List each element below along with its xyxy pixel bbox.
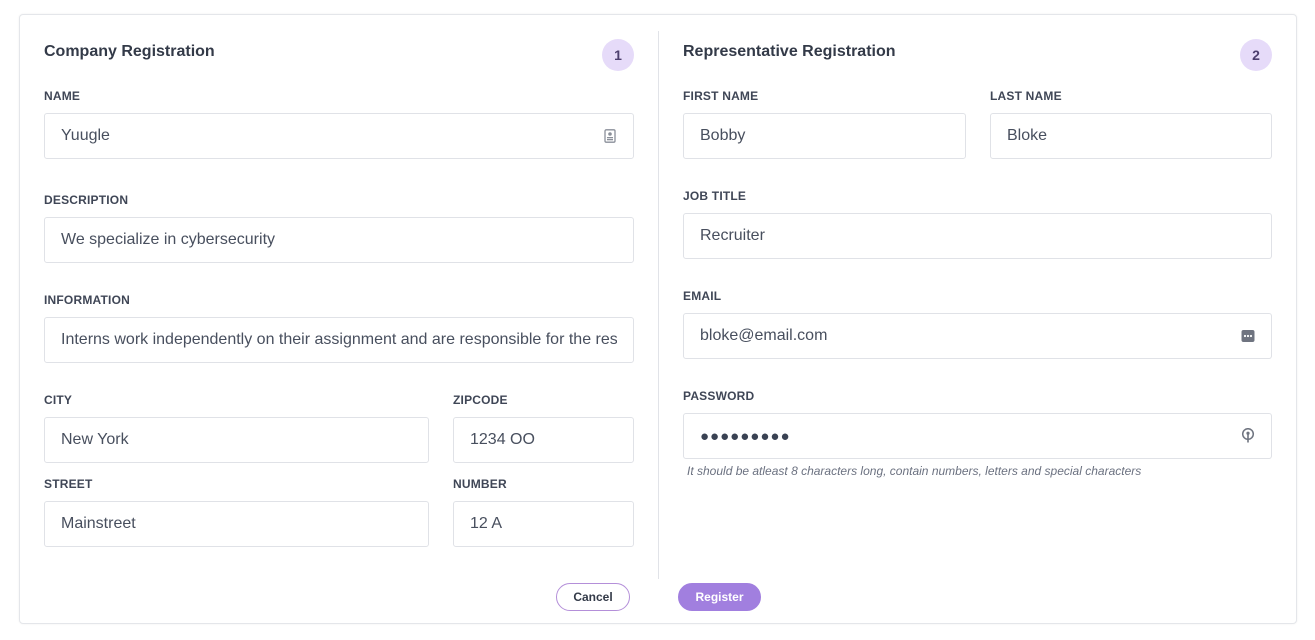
street-field[interactable]: Mainstreet [44, 501, 429, 547]
city-value: New York [61, 431, 129, 448]
representative-step-badge: 2 [1240, 39, 1272, 71]
street-label: STREET [44, 477, 93, 491]
last-name-field[interactable]: Bloke [990, 113, 1272, 159]
email-value: bloke@email.com [700, 327, 828, 344]
information-field[interactable]: Interns work independently on their assi… [44, 317, 634, 363]
name-label: NAME [44, 89, 81, 103]
representative-section-title: Representative Registration [683, 43, 896, 60]
company-section-title: Company Registration [44, 43, 215, 60]
description-label: DESCRIPTION [44, 193, 129, 207]
number-value: 12 A [470, 515, 503, 532]
description-field[interactable]: We specialize in cybersecurity [44, 217, 634, 263]
zipcode-value: 1234 OO [470, 431, 535, 448]
company-step-badge: 1 [602, 39, 634, 71]
email-label: EMAIL [683, 289, 722, 303]
information-label: INFORMATION [44, 293, 130, 307]
password-value: ●●●●●●●●● [700, 427, 791, 445]
autofill-dots-icon[interactable] [1241, 329, 1255, 343]
section-divider [658, 31, 659, 579]
city-label: CITY [44, 393, 73, 407]
password-field[interactable]: ●●●●●●●●● [683, 413, 1272, 459]
password-label: PASSWORD [683, 389, 755, 403]
job-title-label: JOB TITLE [683, 189, 747, 203]
first-name-value: Bobby [700, 127, 746, 144]
email-field[interactable]: bloke@email.com [683, 313, 1272, 359]
city-field[interactable]: New York [44, 417, 429, 463]
name-value: Yuugle [61, 127, 110, 144]
first-name-field[interactable]: Bobby [683, 113, 966, 159]
last-name-value: Bloke [1007, 127, 1048, 144]
contact-card-icon[interactable] [603, 129, 617, 143]
register-button[interactable]: Register [678, 583, 761, 611]
information-value: Interns work independently on their assi… [61, 331, 617, 348]
zipcode-field[interactable]: 1234 OO [453, 417, 634, 463]
cancel-button[interactable]: Cancel [556, 583, 630, 611]
last-name-label: LAST NAME [990, 89, 1062, 103]
number-label: NUMBER [453, 477, 507, 491]
job-title-value: Recruiter [700, 227, 765, 244]
description-value: We specialize in cybersecurity [61, 231, 276, 248]
key-icon[interactable] [1241, 428, 1255, 443]
job-title-field[interactable]: Recruiter [683, 213, 1272, 259]
number-field[interactable]: 12 A [453, 501, 634, 547]
password-hint: It should be atleast 8 characters long, … [687, 464, 1142, 478]
zipcode-label: ZIPCODE [453, 393, 508, 407]
first-name-label: FIRST NAME [683, 89, 759, 103]
name-field[interactable]: Yuugle [44, 113, 634, 159]
street-value: Mainstreet [61, 515, 136, 532]
